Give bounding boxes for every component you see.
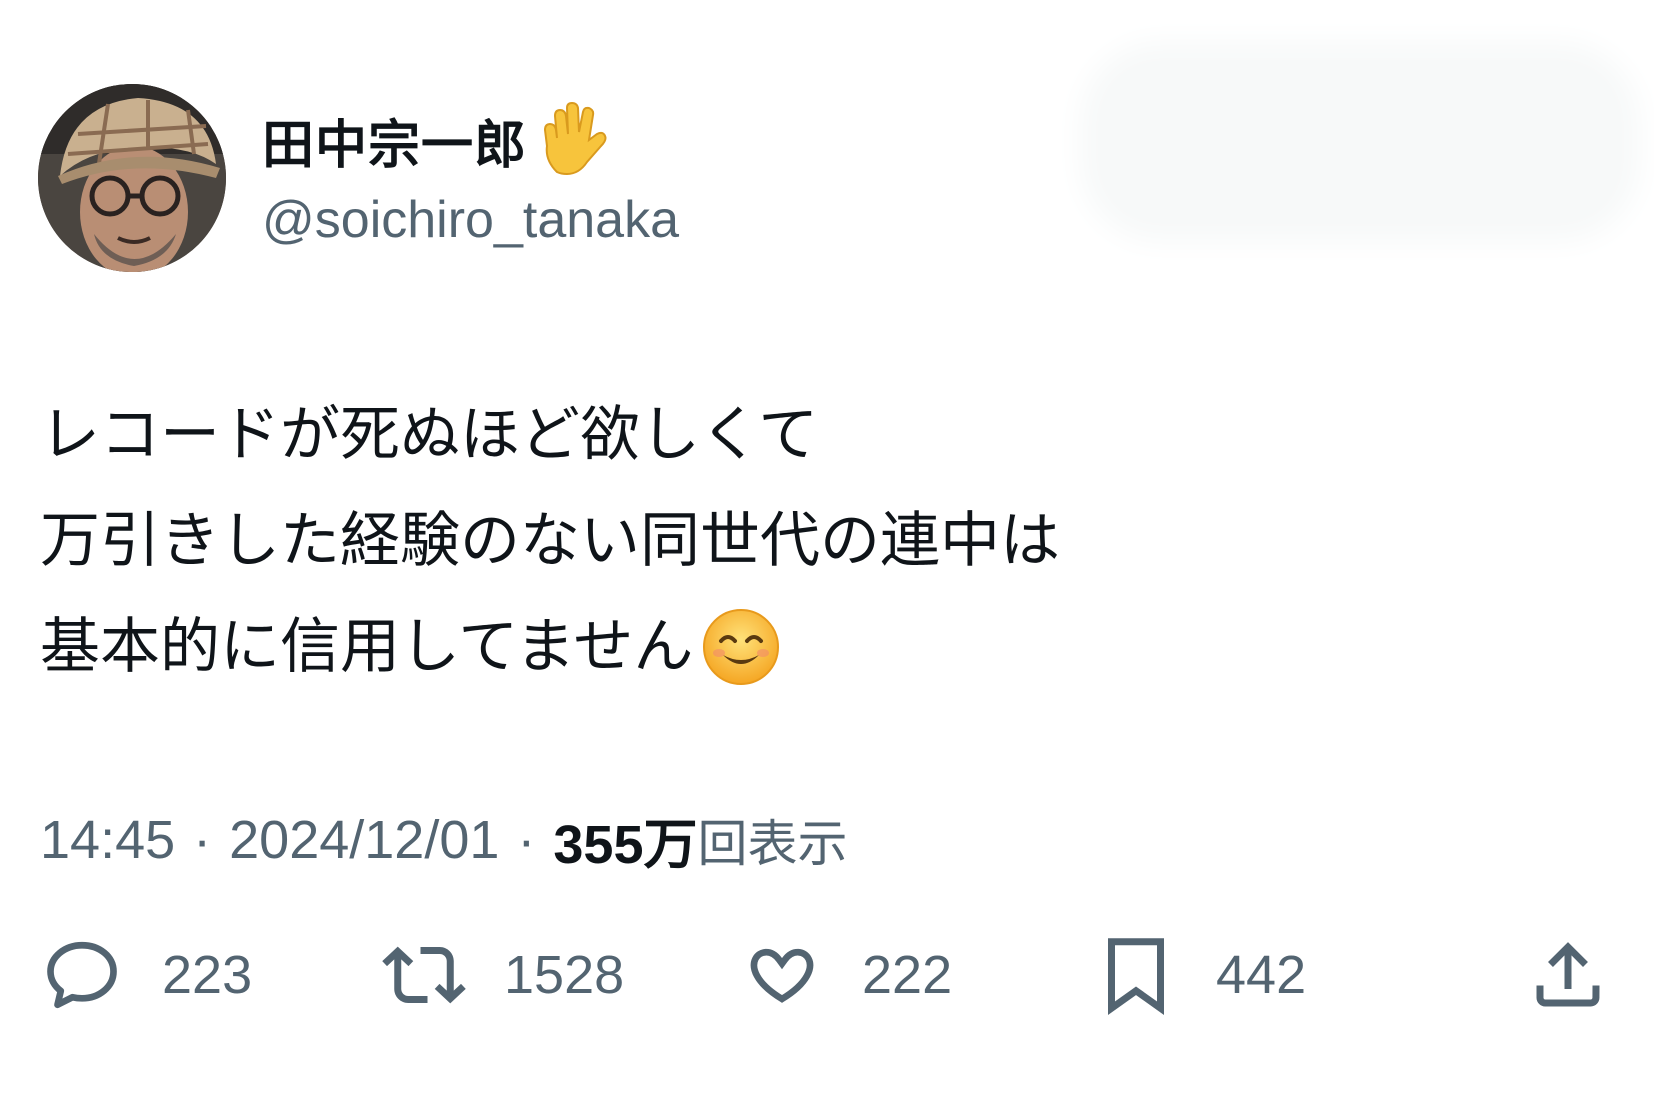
share-button[interactable]: [1526, 930, 1610, 1020]
vulcan-salute-emoji: [544, 102, 607, 176]
author-identity: 田中宗一郎 @soichiro_tanaka: [262, 100, 679, 250]
tweet-text: レコードが死ぬほど欲しくて 万引きした経験のない同世代の連中は 基本的に信用して…: [40, 382, 1600, 700]
tweet-meta: 14:45 · 2024/12/01 · 355万 回表示: [40, 800, 847, 879]
meta-separator: ·: [517, 809, 536, 870]
tweet-line: レコードが死ぬほど欲しくて: [40, 400, 819, 470]
action-bar: 223 1528 222 442: [40, 930, 1620, 1020]
tweet-line-last: 基本的に信用してません: [40, 594, 1600, 700]
views-count[interactable]: 355万: [553, 800, 697, 879]
display-name-row: 田中宗一郎: [262, 100, 679, 180]
display-name[interactable]: 田中宗一郎: [262, 103, 527, 178]
retweet-icon: [382, 946, 466, 1004]
bookmark-icon: [1108, 938, 1164, 1016]
bookmark-count: 442: [1216, 945, 1307, 1005]
reply-icon: [47, 941, 117, 1009]
retweet-button[interactable]: 1528: [382, 930, 624, 1020]
tweet-line-text: 基本的に信用してません: [40, 612, 694, 682]
reply-button[interactable]: 223: [40, 930, 252, 1020]
avatar[interactable]: [38, 84, 226, 272]
blurred-region: [1100, 62, 1620, 222]
tweet-date[interactable]: 2024/12/01: [229, 809, 499, 871]
retweet-count: 1528: [504, 945, 625, 1005]
meta-separator: ·: [193, 809, 212, 870]
smiling-face-emoji: [703, 609, 780, 685]
like-button[interactable]: 222: [740, 930, 952, 1020]
tweet-line: 万引きした経験のない同世代の連中は: [40, 506, 1060, 576]
bookmark-button[interactable]: 442: [1094, 930, 1306, 1020]
author-handle[interactable]: @soichiro_tanaka: [262, 190, 679, 250]
heart-icon: [750, 948, 814, 1003]
like-count: 222: [862, 945, 953, 1005]
views-label: 回表示: [697, 814, 848, 873]
avatar-photo: [38, 84, 226, 272]
tweet-time[interactable]: 14:45: [40, 809, 175, 871]
reply-count: 223: [162, 945, 253, 1005]
share-icon: [1536, 942, 1600, 1007]
